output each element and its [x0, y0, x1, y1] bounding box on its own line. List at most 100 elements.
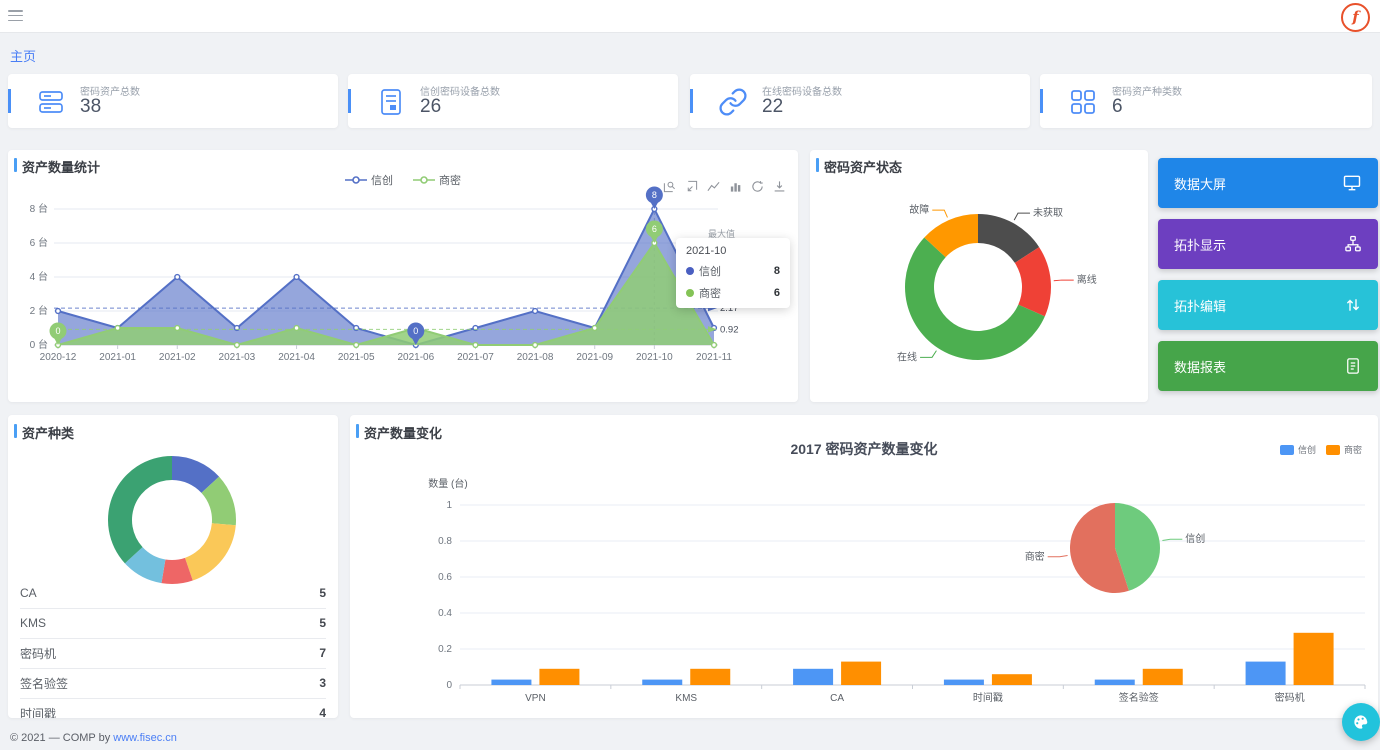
svg-text:0: 0 — [446, 680, 452, 691]
asset-type-row: CA 5 — [20, 578, 326, 609]
copyright-text: © 2021 — COMP by — [10, 732, 110, 744]
document-icon — [376, 87, 406, 117]
button-label: 拓扑编辑 — [1174, 296, 1226, 315]
stat-value: 26 — [420, 96, 441, 118]
grid-icon — [1068, 87, 1098, 117]
svg-text:2021-09: 2021-09 — [576, 352, 613, 363]
topology-edit-button[interactable]: 拓扑编辑 — [1158, 280, 1378, 330]
hamburger-menu-icon[interactable] — [8, 10, 23, 21]
row-value: 4 — [319, 706, 326, 718]
button-label: 数据大屏 — [1174, 174, 1226, 193]
stat-value: 22 — [762, 96, 783, 118]
legend-item-xinchuang[interactable]: 信创 — [1280, 443, 1316, 456]
data-screen-button[interactable]: 数据大屏 — [1158, 158, 1378, 208]
fisec-logo-icon[interactable]: f — [1341, 3, 1370, 32]
svg-text:4 台: 4 台 — [30, 270, 48, 283]
asset-change-card: 资产数量变化 2017 密码资产数量变化 信创 商密 数量 (台)00.20.4… — [350, 415, 1378, 718]
svg-text:0: 0 — [413, 326, 418, 336]
svg-text:离线: 离线 — [1077, 273, 1097, 286]
accent-bar — [14, 424, 17, 438]
asset-type-row: 签名验签 3 — [20, 668, 326, 699]
svg-text:0 台: 0 台 — [30, 338, 48, 351]
svg-text:签名验签: 签名验签 — [1119, 691, 1159, 704]
row-value: 3 — [319, 676, 326, 690]
logo-letter: f — [1352, 10, 1358, 25]
legend-swatch-icon — [1326, 445, 1340, 455]
svg-text:2021-04: 2021-04 — [278, 352, 315, 363]
report-file-icon — [1344, 357, 1362, 375]
theme-fab-button[interactable] — [1342, 703, 1380, 741]
tooltip-series-name: 商密 — [699, 285, 721, 301]
svg-text:KMS: KMS — [675, 693, 697, 704]
breadcrumb[interactable]: 主页 — [10, 46, 36, 65]
svg-text:CA: CA — [830, 693, 844, 704]
svg-text:2021-05: 2021-05 — [338, 352, 375, 363]
server-stack-icon — [36, 87, 66, 117]
svg-text:0.4: 0.4 — [438, 608, 452, 619]
tooltip-series-value: 6 — [774, 287, 780, 299]
svg-text:0: 0 — [55, 326, 60, 336]
tooltip-title: 2021-10 — [686, 245, 780, 257]
monitor-icon — [1342, 173, 1362, 193]
svg-text:信创: 信创 — [1185, 532, 1205, 545]
topology-display-button[interactable]: 拓扑显示 — [1158, 219, 1378, 269]
svg-text:2021-07: 2021-07 — [457, 352, 494, 363]
accent-bar — [690, 89, 693, 113]
row-value: 5 — [319, 586, 326, 600]
asset-count-card: 资产数量统计 信创 商密 0 台2 台4 台6 台8 台2020-122021-… — [8, 150, 798, 402]
button-label: 数据报表 — [1174, 357, 1226, 376]
svg-text:2020-12: 2020-12 — [40, 352, 77, 363]
tooltip-row: 商密 6 — [686, 285, 780, 301]
stat-value: 6 — [1112, 96, 1123, 118]
accent-bar — [348, 89, 351, 113]
palette-icon — [1351, 712, 1371, 732]
row-label: CA — [20, 586, 37, 600]
tooltip-row: 信创 8 — [686, 263, 780, 279]
stat-card-xinchuang-devices: 信创密码设备总数 26 — [348, 74, 678, 128]
data-report-button[interactable]: 数据报表 — [1158, 341, 1378, 391]
svg-text:6: 6 — [652, 224, 657, 234]
footer-copyright: © 2021 — COMP by www.fisec.cn — [10, 732, 177, 744]
top-bar: f — [0, 0, 1380, 33]
stat-card-total-assets: 密码资产总数 38 — [8, 74, 338, 128]
svg-text:2021-01: 2021-01 — [99, 352, 136, 363]
svg-text:2021-08: 2021-08 — [517, 352, 554, 363]
stat-value: 38 — [80, 96, 101, 118]
legend-item-shangmi[interactable]: 商密 — [1326, 443, 1362, 456]
legend-label: 信创 — [1298, 443, 1316, 456]
svg-text:6 台: 6 台 — [30, 236, 48, 249]
svg-text:0.92: 0.92 — [720, 324, 739, 335]
svg-text:VPN: VPN — [525, 693, 546, 704]
tooltip-series-name: 信创 — [699, 263, 721, 279]
svg-text:商密: 商密 — [1025, 550, 1045, 563]
svg-text:2021-06: 2021-06 — [397, 352, 434, 363]
fisec-link[interactable]: www.fisec.cn — [113, 732, 177, 744]
row-label: 时间戳 — [20, 705, 56, 719]
accent-bar — [1040, 89, 1043, 113]
svg-text:2021-03: 2021-03 — [219, 352, 256, 363]
accent-bar — [356, 424, 359, 438]
card-title: 资产种类 — [22, 423, 74, 442]
asset-type-card: 资产种类 CA 5 KMS 5 密码机 7 签名验签 3 时间戳 4 — [8, 415, 338, 718]
asset-type-row: KMS 5 — [20, 608, 326, 639]
svg-text:8: 8 — [652, 190, 657, 200]
svg-text:2021-11: 2021-11 — [696, 352, 732, 363]
svg-text:0.8: 0.8 — [438, 536, 452, 547]
svg-text:1: 1 — [446, 500, 452, 511]
chart-title: 2017 密码资产数量变化 — [350, 439, 1378, 459]
svg-text:未获取: 未获取 — [1033, 207, 1063, 219]
svg-text:2021-10: 2021-10 — [636, 352, 673, 363]
accent-bar — [8, 89, 11, 113]
svg-text:8 台: 8 台 — [30, 202, 48, 215]
legend-label: 商密 — [1344, 443, 1362, 456]
asset-type-row: 密码机 7 — [20, 638, 326, 669]
tooltip-series-value: 8 — [774, 265, 780, 277]
asset-change-bar-chart: 数量 (台)00.20.40.60.81VPNKMSCA时间戳签名验签密码机信创… — [350, 463, 1378, 718]
topology-icon — [1344, 235, 1362, 253]
asset-type-row: 时间戳 4 — [20, 698, 326, 718]
stat-card-asset-types: 密码资产种类数 6 — [1040, 74, 1372, 128]
svg-text:在线: 在线 — [897, 350, 917, 363]
series-dot-icon — [686, 267, 694, 275]
series-dot-icon — [686, 289, 694, 297]
svg-text:0.6: 0.6 — [438, 572, 452, 583]
